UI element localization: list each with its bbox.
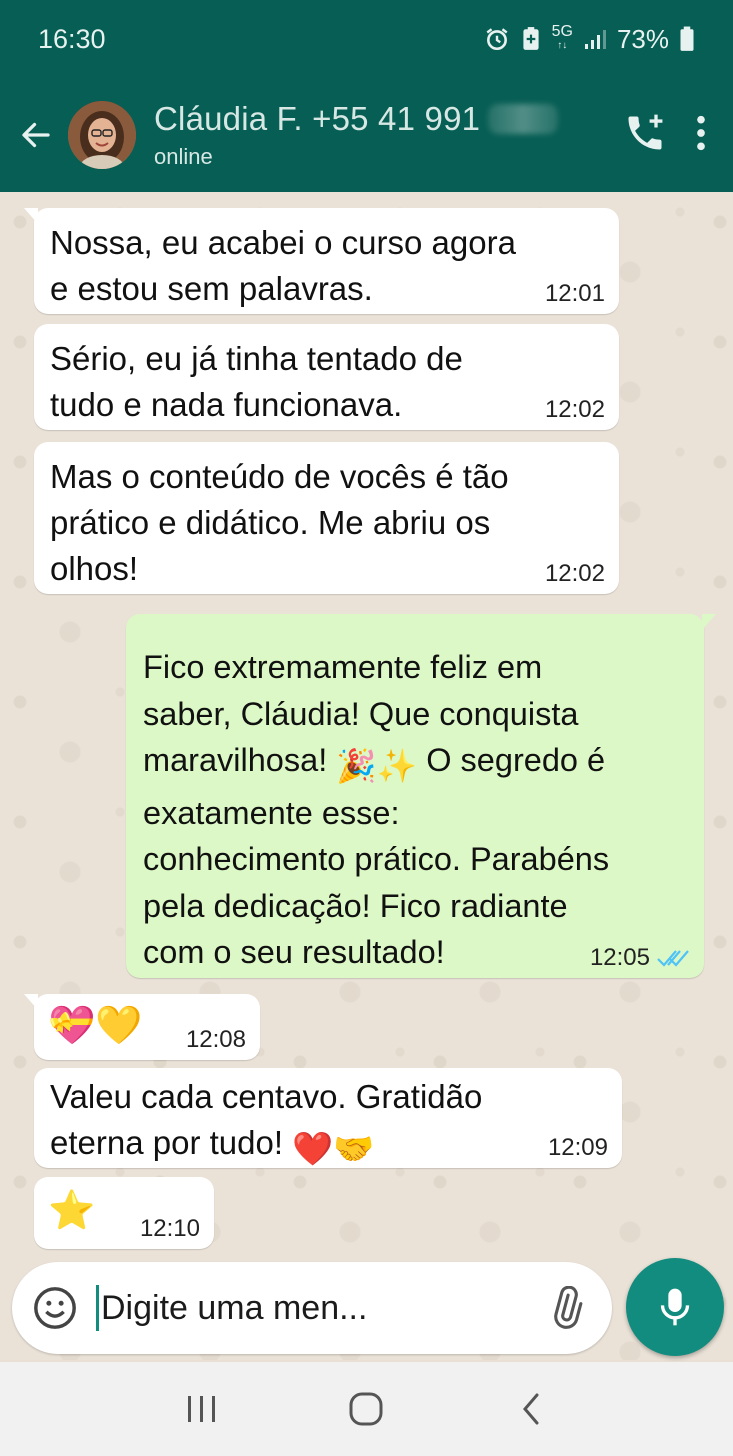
arrow-left-icon — [22, 122, 50, 148]
avatar[interactable] — [68, 101, 136, 169]
contact-name-row: Cláudia F. +55 41 991 — [154, 100, 623, 138]
message-incoming[interactable]: 💝💛 12:08 — [24, 994, 260, 1060]
message-time: 12:02 — [544, 396, 605, 423]
home-button[interactable] — [336, 1379, 396, 1439]
contact-name: Cláudia F. +55 41 991 — [154, 100, 481, 137]
back-button[interactable] — [6, 105, 66, 165]
back-nav-button[interactable] — [501, 1379, 561, 1439]
smiley-icon — [34, 1287, 76, 1329]
chat-area[interactable]: Nossa, eu acabei o curso agora e estou s… — [0, 192, 733, 1360]
message-incoming[interactable]: ⭐ 12:10 — [34, 1177, 214, 1249]
message-time: 12:01 — [544, 280, 605, 307]
message-text: Sério, eu já tinha tentado de tudo e nad… — [50, 340, 463, 423]
status-bar: 16:30 5G ↑↓ 73% — [0, 0, 733, 78]
more-vertical-icon — [697, 115, 705, 150]
chevron-left-icon — [522, 1393, 539, 1425]
microphone-button[interactable] — [626, 1258, 724, 1356]
battery-icon — [679, 26, 695, 52]
header-actions — [623, 111, 707, 160]
message-time: 12:05 — [589, 944, 650, 971]
add-call-button[interactable] — [623, 111, 667, 160]
message-meta: 12:05 — [590, 944, 690, 972]
message-time: 12:10 — [139, 1215, 200, 1242]
message-incoming[interactable]: Mas o conteúdo de vocês é tão prático e … — [34, 442, 619, 594]
contact-status: online — [154, 144, 213, 169]
menu-button[interactable] — [695, 113, 707, 158]
signal-icon — [583, 27, 607, 51]
microphone-icon — [660, 1288, 690, 1326]
message-text: Fico extremamente feliz em saber, Cláudi… — [143, 649, 610, 970]
message-text: Nossa, eu acabei o curso agora e estou s… — [50, 224, 516, 307]
battery-saver-icon — [520, 26, 542, 52]
status-icons: 5G ↑↓ 73% — [484, 24, 695, 55]
message-time: 12:08 — [185, 1026, 246, 1053]
heart-handshake-emoji: ❤️🤝 — [292, 1130, 375, 1167]
emoji-button[interactable] — [32, 1285, 78, 1331]
message-incoming[interactable]: Sério, eu já tinha tentado de tudo e nad… — [34, 324, 619, 430]
message-time: 12:09 — [547, 1134, 608, 1161]
message-outgoing[interactable]: Fico extremamente feliz em saber, Cláudi… — [126, 614, 716, 978]
message-text: Valeu cada centavo. Gratidão eterna por … — [50, 1074, 606, 1172]
redacted-digits — [488, 104, 559, 134]
status-time: 16:30 — [38, 23, 106, 54]
message-input[interactable] — [96, 1285, 544, 1331]
message-incoming[interactable]: Valeu cada centavo. Gratidão eterna por … — [34, 1068, 622, 1168]
bubble-tail — [24, 208, 38, 224]
system-nav-bar — [0, 1362, 733, 1456]
home-icon — [349, 1392, 383, 1426]
contact-info[interactable]: Cláudia F. +55 41 991 online — [154, 100, 623, 170]
paperclip-icon — [554, 1286, 583, 1329]
message-composer — [12, 1262, 671, 1354]
message-text: Mas o conteúdo de vocês é tão prático e … — [50, 458, 509, 587]
network-type: 5G ↑↓ — [551, 23, 573, 52]
message-time: 12:02 — [544, 560, 605, 587]
recents-icon — [188, 1396, 216, 1422]
attach-button[interactable] — [544, 1283, 588, 1333]
battery-percent: 73% — [616, 23, 669, 54]
party-sparkles-emoji: 🎉✨ — [336, 748, 418, 784]
alarm-icon — [484, 26, 510, 52]
bubble-tail — [702, 614, 716, 630]
bubble-tail — [24, 994, 38, 1010]
phone-plus-icon — [628, 114, 663, 149]
double-check-icon — [657, 950, 689, 967]
message-incoming[interactable]: Nossa, eu acabei o curso agora e estou s… — [24, 208, 619, 314]
chat-header: Cláudia F. +55 41 991 online — [0, 78, 733, 192]
recent-apps-button[interactable] — [172, 1379, 232, 1439]
